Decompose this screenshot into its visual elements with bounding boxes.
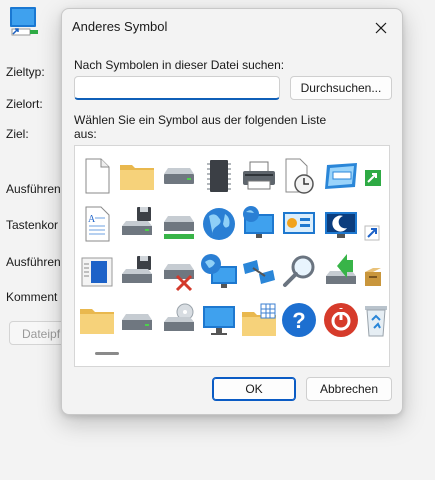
start-in-label: Ausführen bbox=[6, 182, 61, 196]
svg-text:?: ? bbox=[292, 308, 305, 333]
close-icon bbox=[375, 22, 387, 34]
run-label: Ausführen bbox=[6, 255, 61, 269]
power-icon[interactable] bbox=[321, 300, 361, 340]
ok-button[interactable]: OK bbox=[212, 377, 296, 401]
drive-plain-icon[interactable] bbox=[117, 300, 157, 340]
chip-icon[interactable] bbox=[199, 156, 239, 196]
comment-label: Komment bbox=[6, 290, 58, 304]
drive-disconnected-icon[interactable] bbox=[159, 252, 199, 292]
target-location-label: Zielort: bbox=[6, 97, 43, 111]
shortcut-key-label: Tastenkor bbox=[6, 218, 59, 232]
change-icon-dialog: Anderes Symbol Nach Symbolen in dieser D… bbox=[61, 8, 403, 415]
monitor-icon[interactable] bbox=[199, 300, 239, 340]
monitor-globe-icon[interactable] bbox=[239, 204, 279, 244]
control-panel-icon[interactable] bbox=[279, 204, 319, 244]
target-label: Ziel: bbox=[6, 127, 29, 141]
network-drive-icon[interactable] bbox=[159, 204, 199, 244]
browse-button[interactable]: Durchsuchen... bbox=[290, 76, 392, 100]
drive-floppy-icon[interactable] bbox=[117, 252, 157, 292]
shortcut-overlay-icon[interactable] bbox=[359, 204, 390, 244]
help-icon[interactable]: ? bbox=[279, 300, 319, 340]
blank-file-icon[interactable] bbox=[77, 156, 117, 196]
floppy-drive-icon[interactable] bbox=[117, 204, 157, 244]
moon-icon[interactable] bbox=[321, 204, 361, 244]
install-arrow-icon[interactable] bbox=[321, 252, 361, 292]
folder-grid-icon[interactable] bbox=[239, 300, 279, 340]
printer-icon[interactable] bbox=[239, 156, 279, 196]
icon-file-input[interactable] bbox=[74, 76, 280, 100]
globe-icon[interactable] bbox=[199, 204, 239, 244]
folder-open-icon[interactable] bbox=[77, 300, 117, 340]
folder-icon[interactable] bbox=[117, 156, 157, 196]
shortcut-app-icon bbox=[10, 7, 38, 36]
icon-list[interactable]: A ? bbox=[74, 145, 390, 367]
search-label: Nach Symbolen in dieser Datei suchen: bbox=[74, 58, 285, 72]
recycle-bin-icon[interactable] bbox=[359, 300, 390, 340]
list-label-line1: Wählen Sie ein Symbol aus der folgenden … bbox=[74, 113, 327, 127]
list-label-line2: aus: bbox=[74, 127, 97, 141]
shortcut-arrow-icon[interactable] bbox=[359, 156, 390, 196]
window-icon[interactable] bbox=[321, 156, 361, 196]
drive-icon[interactable] bbox=[159, 156, 199, 196]
dialog-title: Anderes Symbol bbox=[72, 19, 168, 34]
document-icon[interactable]: A bbox=[77, 204, 117, 244]
network-icon[interactable] bbox=[239, 252, 279, 292]
target-type-label: Zieltyp: bbox=[6, 65, 45, 79]
clock-file-icon[interactable] bbox=[279, 156, 319, 196]
open-file-location-button[interactable]: Dateipf bbox=[9, 321, 69, 345]
horizontal-scroll-indicator[interactable] bbox=[95, 352, 119, 355]
search-icon[interactable] bbox=[279, 252, 319, 292]
cancel-button[interactable]: Abbrechen bbox=[306, 377, 392, 401]
box-icon[interactable] bbox=[359, 252, 390, 292]
svg-text:A: A bbox=[88, 214, 96, 225]
cd-drive-icon[interactable] bbox=[159, 300, 199, 340]
globe-monitor-icon[interactable] bbox=[199, 252, 239, 292]
close-button[interactable] bbox=[364, 13, 398, 43]
notepad-icon[interactable] bbox=[77, 252, 117, 292]
